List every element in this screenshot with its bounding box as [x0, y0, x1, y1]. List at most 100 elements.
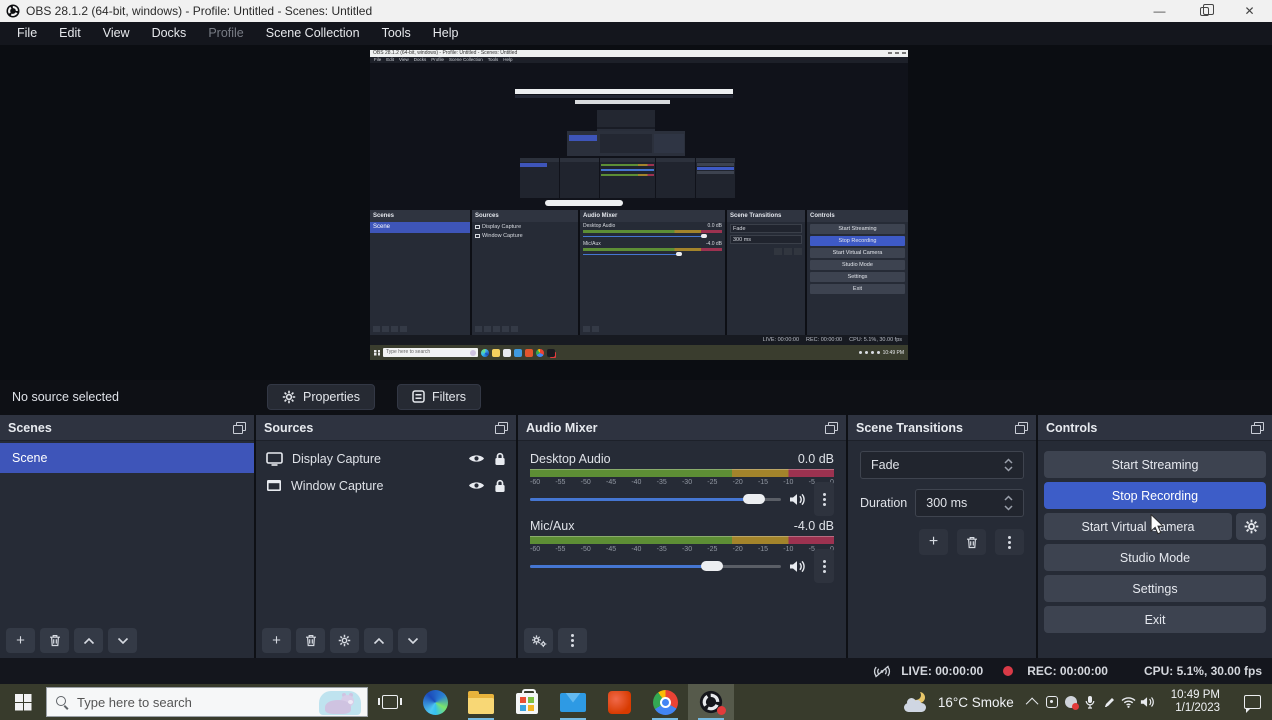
speaker-icon[interactable] [789, 493, 806, 506]
studio-mode-button[interactable]: Studio Mode [1044, 544, 1266, 571]
channel-name: Mic/Aux [530, 519, 575, 533]
popout-icon[interactable] [495, 422, 508, 434]
visibility-eye-icon[interactable] [468, 480, 485, 491]
speaker-icon[interactable] [789, 560, 806, 573]
transition-value: Fade [871, 458, 900, 472]
start-virtual-camera-button[interactable]: Start Virtual Camera [1044, 513, 1232, 540]
tray-expand-button[interactable] [1024, 684, 1043, 720]
tray-wifi-icon[interactable] [1119, 684, 1138, 720]
duration-spinner[interactable]: 300 ms [915, 489, 1024, 517]
exit-button[interactable]: Exit [1044, 606, 1266, 633]
menu-file[interactable]: File [6, 22, 48, 45]
stop-recording-button[interactable]: Stop Recording [1044, 482, 1266, 509]
taskbar-app-mail[interactable] [550, 684, 596, 720]
filters-button[interactable]: Filters [397, 383, 482, 410]
sources-toolbar: + [262, 628, 427, 653]
channel-name: Desktop Audio [530, 452, 611, 466]
source-properties-button[interactable] [330, 628, 359, 653]
taskbar-search[interactable] [46, 687, 368, 717]
popout-icon[interactable] [1015, 422, 1028, 434]
volume-slider[interactable] [530, 493, 781, 505]
tray-microphone-icon[interactable] [1081, 684, 1100, 720]
taskbar-app-office[interactable] [596, 684, 642, 720]
status-bar: LIVE: 00:00:00 REC: 00:00:00 CPU: 5.1%, … [0, 658, 1272, 684]
popout-icon[interactable] [825, 422, 838, 434]
slider-handle[interactable] [700, 561, 723, 571]
taskbar-clock[interactable]: 10:49 PM 1/1/2023 [1157, 689, 1232, 716]
remove-source-button[interactable] [296, 628, 325, 653]
scene-up-button[interactable] [74, 628, 103, 653]
start-streaming-button[interactable]: Start Streaming [1044, 451, 1266, 478]
popout-icon[interactable] [1251, 422, 1264, 434]
taskbar-app-chrome[interactable] [642, 684, 688, 720]
mini-window-title: OBS 28.1.2 (64-bit, windows) - Profile: … [373, 50, 518, 56]
mini-taskbar: Type here to search 10:49 PM [370, 345, 908, 360]
source-row-display-capture[interactable]: Display Capture [256, 445, 516, 472]
source-down-button[interactable] [398, 628, 427, 653]
task-view-button[interactable] [368, 684, 412, 720]
advanced-audio-button[interactable] [524, 628, 553, 653]
lock-icon[interactable] [494, 479, 506, 493]
taskbar-app-edge[interactable] [412, 684, 458, 720]
taskbar-weather[interactable]: 16°C Smoke [894, 690, 1024, 712]
taskbar-app-store[interactable] [504, 684, 550, 720]
tray-volume-icon[interactable] [1138, 684, 1157, 720]
menu-edit[interactable]: Edit [48, 22, 92, 45]
menu-tools[interactable]: Tools [371, 22, 422, 45]
source-row-window-capture[interactable]: Window Capture [256, 472, 516, 499]
mini-scenes-panel: Scenes Scene [370, 210, 470, 335]
menu-view[interactable]: View [92, 22, 141, 45]
controls-panel: Controls Start Streaming Stop Recording … [1038, 415, 1272, 658]
double-gear-icon [531, 634, 546, 647]
menu-profile[interactable]: Profile [197, 22, 254, 45]
office-icon [607, 690, 631, 714]
slider-handle[interactable] [743, 494, 766, 504]
tray-obs-icon[interactable] [1043, 684, 1062, 720]
menu-scene-collection[interactable]: Scene Collection [255, 22, 371, 45]
restore-button[interactable] [1182, 0, 1227, 22]
transition-select[interactable]: Fade [860, 451, 1024, 479]
remove-scene-button[interactable] [40, 628, 69, 653]
preview-area[interactable]: OBS 28.1.2 (64-bit, windows) - Profile: … [0, 45, 1272, 380]
search-input[interactable] [77, 694, 267, 710]
channel-menu-button[interactable] [814, 482, 834, 516]
channel-menu-button[interactable] [814, 549, 834, 583]
taskbar-app-obs[interactable] [688, 684, 734, 720]
menu-help[interactable]: Help [422, 22, 470, 45]
remove-transition-button[interactable] [957, 529, 986, 555]
spinner-arrows-icon[interactable] [1004, 494, 1013, 512]
scene-down-button[interactable] [108, 628, 137, 653]
close-button[interactable]: ✕ [1227, 0, 1272, 22]
duration-row: Duration 300 ms [860, 489, 1024, 517]
add-source-button[interactable]: + [262, 628, 291, 653]
recording-dot-icon [1003, 666, 1014, 676]
weather-icon [903, 690, 930, 712]
mixer-menu-button[interactable] [558, 628, 587, 653]
scene-list-item-selected[interactable]: Scene [0, 443, 254, 473]
sources-panel-header: Sources [256, 415, 516, 441]
source-up-button[interactable] [364, 628, 393, 653]
mini-sources-panel: Sources Display Capture Window Capture [472, 210, 578, 335]
minimize-button[interactable]: — [1137, 0, 1182, 22]
tray-pen-icon[interactable] [1100, 684, 1119, 720]
visibility-eye-icon[interactable] [468, 453, 485, 464]
tray-recording-icon[interactable] [1062, 684, 1081, 720]
add-scene-button[interactable]: + [6, 628, 35, 653]
file-explorer-icon [468, 690, 494, 714]
volume-slider[interactable] [530, 560, 781, 572]
properties-button[interactable]: Properties [267, 383, 375, 410]
meter-scale: -60-55-50-45-40-35-30-25-20-15-10-50 [530, 546, 834, 553]
lock-icon[interactable] [494, 452, 506, 466]
virtual-camera-config-button[interactable] [1236, 513, 1266, 540]
taskbar-app-file-explorer[interactable] [458, 684, 504, 720]
start-button[interactable] [0, 684, 46, 720]
restore-icon [1200, 3, 1214, 16]
action-center-button[interactable] [1232, 684, 1272, 720]
settings-button[interactable]: Settings [1044, 575, 1266, 602]
popout-icon[interactable] [233, 422, 246, 434]
add-transition-button[interactable]: + [919, 529, 948, 555]
recording-badge [717, 706, 726, 715]
menu-docks[interactable]: Docks [141, 22, 198, 45]
transition-menu-button[interactable] [995, 529, 1024, 555]
system-tray: 16°C Smoke 10:49 PM 1/1/2023 [894, 684, 1272, 720]
